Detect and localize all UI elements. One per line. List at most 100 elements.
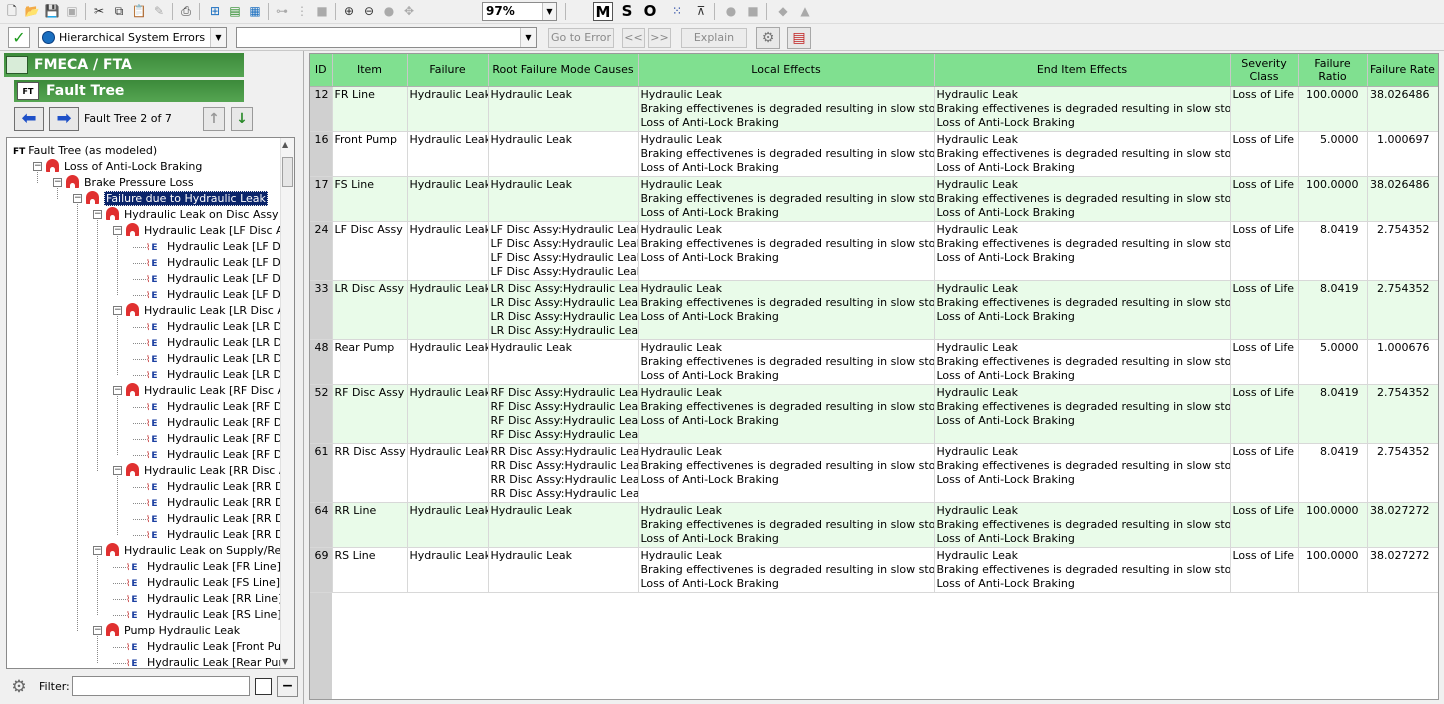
failure-cell[interactable]: Hydraulic Leak xyxy=(407,443,489,503)
failure-cell[interactable]: Hydraulic Leak xyxy=(407,221,489,281)
tree-node[interactable]: FT Fault Tree (as modeled) xyxy=(13,143,157,159)
scroll-down-icon[interactable]: ▼ xyxy=(282,657,288,666)
failure-rate-cell[interactable]: 38.026486 xyxy=(1367,86,1438,132)
tree-node[interactable]: EHydraulic Leak [RR Disc A xyxy=(133,479,294,495)
item-cell[interactable]: RR Disc Assy xyxy=(332,443,408,503)
tree-node[interactable]: EHydraulic Leak [Front Pump] xyxy=(113,639,294,655)
next-error-button[interactable]: >> xyxy=(648,28,671,48)
failure-cell[interactable]: Hydraulic Leak xyxy=(407,131,489,177)
failure-rate-cell[interactable]: 38.026486 xyxy=(1367,176,1438,222)
tree-node[interactable]: − Brake Pressure Loss xyxy=(53,174,194,191)
item-cell[interactable]: RR Line xyxy=(332,502,408,548)
zoom-out-icon[interactable]: ⊖ xyxy=(360,2,378,20)
end-effects-cell[interactable]: Hydraulic Leak Braking effectivenes is de… xyxy=(934,221,1231,281)
root-causes-cell[interactable]: Hydraulic Leak xyxy=(488,86,639,132)
row-id-cell[interactable]: 52 xyxy=(310,384,333,444)
end-effects-cell[interactable]: Hydraulic Leak Braking effectivenes is de… xyxy=(934,502,1231,548)
item-cell[interactable]: Front Pump xyxy=(332,131,408,177)
severity-cell[interactable]: Loss of Life xyxy=(1230,86,1299,132)
tree-node[interactable]: − Hydraulic Leak [LR Disc Assy] xyxy=(113,302,294,319)
column-header[interactable]: End Item Effects xyxy=(934,54,1231,87)
open-folder-icon[interactable]: 📂 xyxy=(23,2,41,20)
table-row[interactable]: 17 FS Line Hydraulic Leak Hydraulic Leak Hyd… xyxy=(310,176,1438,222)
failure-cell[interactable]: Hydraulic Leak xyxy=(407,502,489,548)
zoom-select[interactable]: 97% ▼ xyxy=(482,2,557,21)
item-cell[interactable]: RF Disc Assy xyxy=(332,384,408,444)
collapse-toggle-icon[interactable]: − xyxy=(73,193,82,203)
severity-cell[interactable]: Loss of Life xyxy=(1230,443,1299,503)
prev-error-button[interactable]: << xyxy=(622,28,645,48)
collapse-toggle-icon[interactable]: − xyxy=(53,177,62,187)
row-id-cell[interactable]: 24 xyxy=(310,221,333,281)
column-header[interactable]: Root Failure Mode Causes xyxy=(488,54,639,87)
next-tree-button[interactable]: ➡ xyxy=(49,107,79,131)
collapse-toggle-icon[interactable]: − xyxy=(113,385,122,395)
tree-node[interactable]: EHydraulic Leak [RR Line] xyxy=(113,591,282,607)
tree-node[interactable]: EHydraulic Leak [LR Disc As xyxy=(133,367,294,383)
local-effects-cell[interactable]: Hydraulic Leak Braking effectivenes is de… xyxy=(638,131,935,177)
mode-s-button[interactable]: S xyxy=(617,2,637,21)
failure-ratio-cell[interactable]: 100.0000 xyxy=(1298,547,1368,593)
block-icon[interactable]: ■ xyxy=(313,2,331,20)
end-effects-cell[interactable]: Hydraulic Leak Braking effectivenes is de… xyxy=(934,443,1231,503)
row-id-cell[interactable]: 61 xyxy=(310,443,333,503)
collapse-toggle-icon[interactable]: − xyxy=(93,545,102,555)
collapse-toggle-icon[interactable]: − xyxy=(113,305,122,315)
item-cell[interactable]: FR Line xyxy=(332,86,408,132)
column-header[interactable]: Severity Class xyxy=(1230,54,1299,87)
move-up-button[interactable]: ↑ xyxy=(203,107,225,131)
root-causes-cell[interactable]: Hydraulic Leak xyxy=(488,176,639,222)
zoom-fit-icon[interactable]: ● xyxy=(380,2,398,20)
failure-ratio-cell[interactable]: 8.0419 xyxy=(1298,221,1368,281)
cut-icon[interactable]: ✂ xyxy=(90,2,108,20)
failure-cell[interactable]: Hydraulic Leak xyxy=(407,86,489,132)
end-effects-cell[interactable]: Hydraulic Leak Braking effectivenes is de… xyxy=(934,384,1231,444)
tree-node[interactable]: EHydraulic Leak [RF Disc As xyxy=(133,399,294,415)
row-id-cell[interactable]: 16 xyxy=(310,131,333,177)
local-effects-cell[interactable]: Hydraulic Leak Braking effectivenes is de… xyxy=(638,443,935,503)
table-row[interactable]: 64 RR Line Hydraulic Leak Hydraulic Leak Hyd… xyxy=(310,502,1438,548)
check-icon[interactable]: ✓ xyxy=(8,27,30,48)
scroll-up-icon[interactable]: ▲ xyxy=(282,140,288,149)
tree-node[interactable]: − Hydraulic Leak [RR Disc Assy] xyxy=(113,462,294,479)
tree-node[interactable]: EHydraulic Leak [RR Disc A xyxy=(133,495,294,511)
failure-rate-cell[interactable]: 38.027272 xyxy=(1367,502,1438,548)
tree-node[interactable]: − Loss of Anti-Lock Braking xyxy=(33,158,202,175)
root-causes-cell[interactable]: Hydraulic Leak xyxy=(488,547,639,593)
severity-cell[interactable]: Loss of Life xyxy=(1230,502,1299,548)
failure-rate-cell[interactable]: 1.000676 xyxy=(1367,339,1438,385)
triangle-shape-icon[interactable]: ▲ xyxy=(796,2,814,20)
collapse-toggle-icon[interactable]: − xyxy=(113,225,122,235)
fmeca-grid[interactable]: ID Item Failure Root Failure Mode Causes Loc… xyxy=(309,53,1439,700)
tree-node[interactable]: − Hydraulic Leak on Disc Assy xyxy=(93,206,278,223)
collapse-toggle-icon[interactable]: − xyxy=(93,209,102,219)
zoom-in-icon[interactable]: ⊕ xyxy=(340,2,358,20)
severity-cell[interactable]: Loss of Life xyxy=(1230,547,1299,593)
tree-node[interactable]: − Hydraulic Leak on Supply/Return L xyxy=(93,542,294,559)
fmeca-header[interactable]: FMECA / FTA xyxy=(4,53,244,77)
tree-node[interactable]: EHydraulic Leak [FR Line] xyxy=(113,559,281,575)
tree-node[interactable]: EHydraulic Leak [LR Disc As xyxy=(133,319,294,335)
row-id-cell[interactable]: 48 xyxy=(310,339,333,385)
diamond-shape-icon[interactable]: ◆ xyxy=(774,2,792,20)
end-effects-cell[interactable]: Hydraulic Leak Braking effectivenes is de… xyxy=(934,176,1231,222)
table-row[interactable]: 33 LR Disc Assy Hydraulic Leak LR Disc Assy… xyxy=(310,280,1438,340)
view-select[interactable]: Hierarchical System Errors ▼ xyxy=(38,27,227,48)
failure-cell[interactable]: Hydraulic Leak xyxy=(407,280,489,340)
column-header[interactable]: Failure Ratio xyxy=(1298,54,1368,87)
failure-ratio-cell[interactable]: 5.0000 xyxy=(1298,339,1368,385)
tree-node[interactable]: EHydraulic Leak [Rear Pump] xyxy=(113,655,294,668)
local-effects-cell[interactable]: Hydraulic Leak Braking effectivenes is de… xyxy=(638,86,935,132)
end-effects-cell[interactable]: Hydraulic Leak Braking effectivenes is de… xyxy=(934,131,1231,177)
column-header[interactable]: ID xyxy=(310,54,333,87)
table-row[interactable]: 61 RR Disc Assy Hydraulic Leak RR Disc Assy… xyxy=(310,443,1438,503)
item-cell[interactable]: FS Line xyxy=(332,176,408,222)
root-causes-cell[interactable]: RF Disc Assy:Hydraulic Leak RF Disc Assy:… xyxy=(488,384,639,444)
filter-checkbox[interactable] xyxy=(255,678,272,695)
circle-shape-icon[interactable]: ● xyxy=(722,2,740,20)
tree-node[interactable]: EHydraulic Leak [LF Disc As xyxy=(133,271,294,287)
severity-cell[interactable]: Loss of Life xyxy=(1230,339,1299,385)
gear-icon[interactable]: ⚙ xyxy=(756,27,780,49)
table-row[interactable]: 16 Front Pump Hydraulic Leak Hydraulic Leak… xyxy=(310,131,1438,177)
row-id-cell[interactable]: 12 xyxy=(310,86,333,132)
